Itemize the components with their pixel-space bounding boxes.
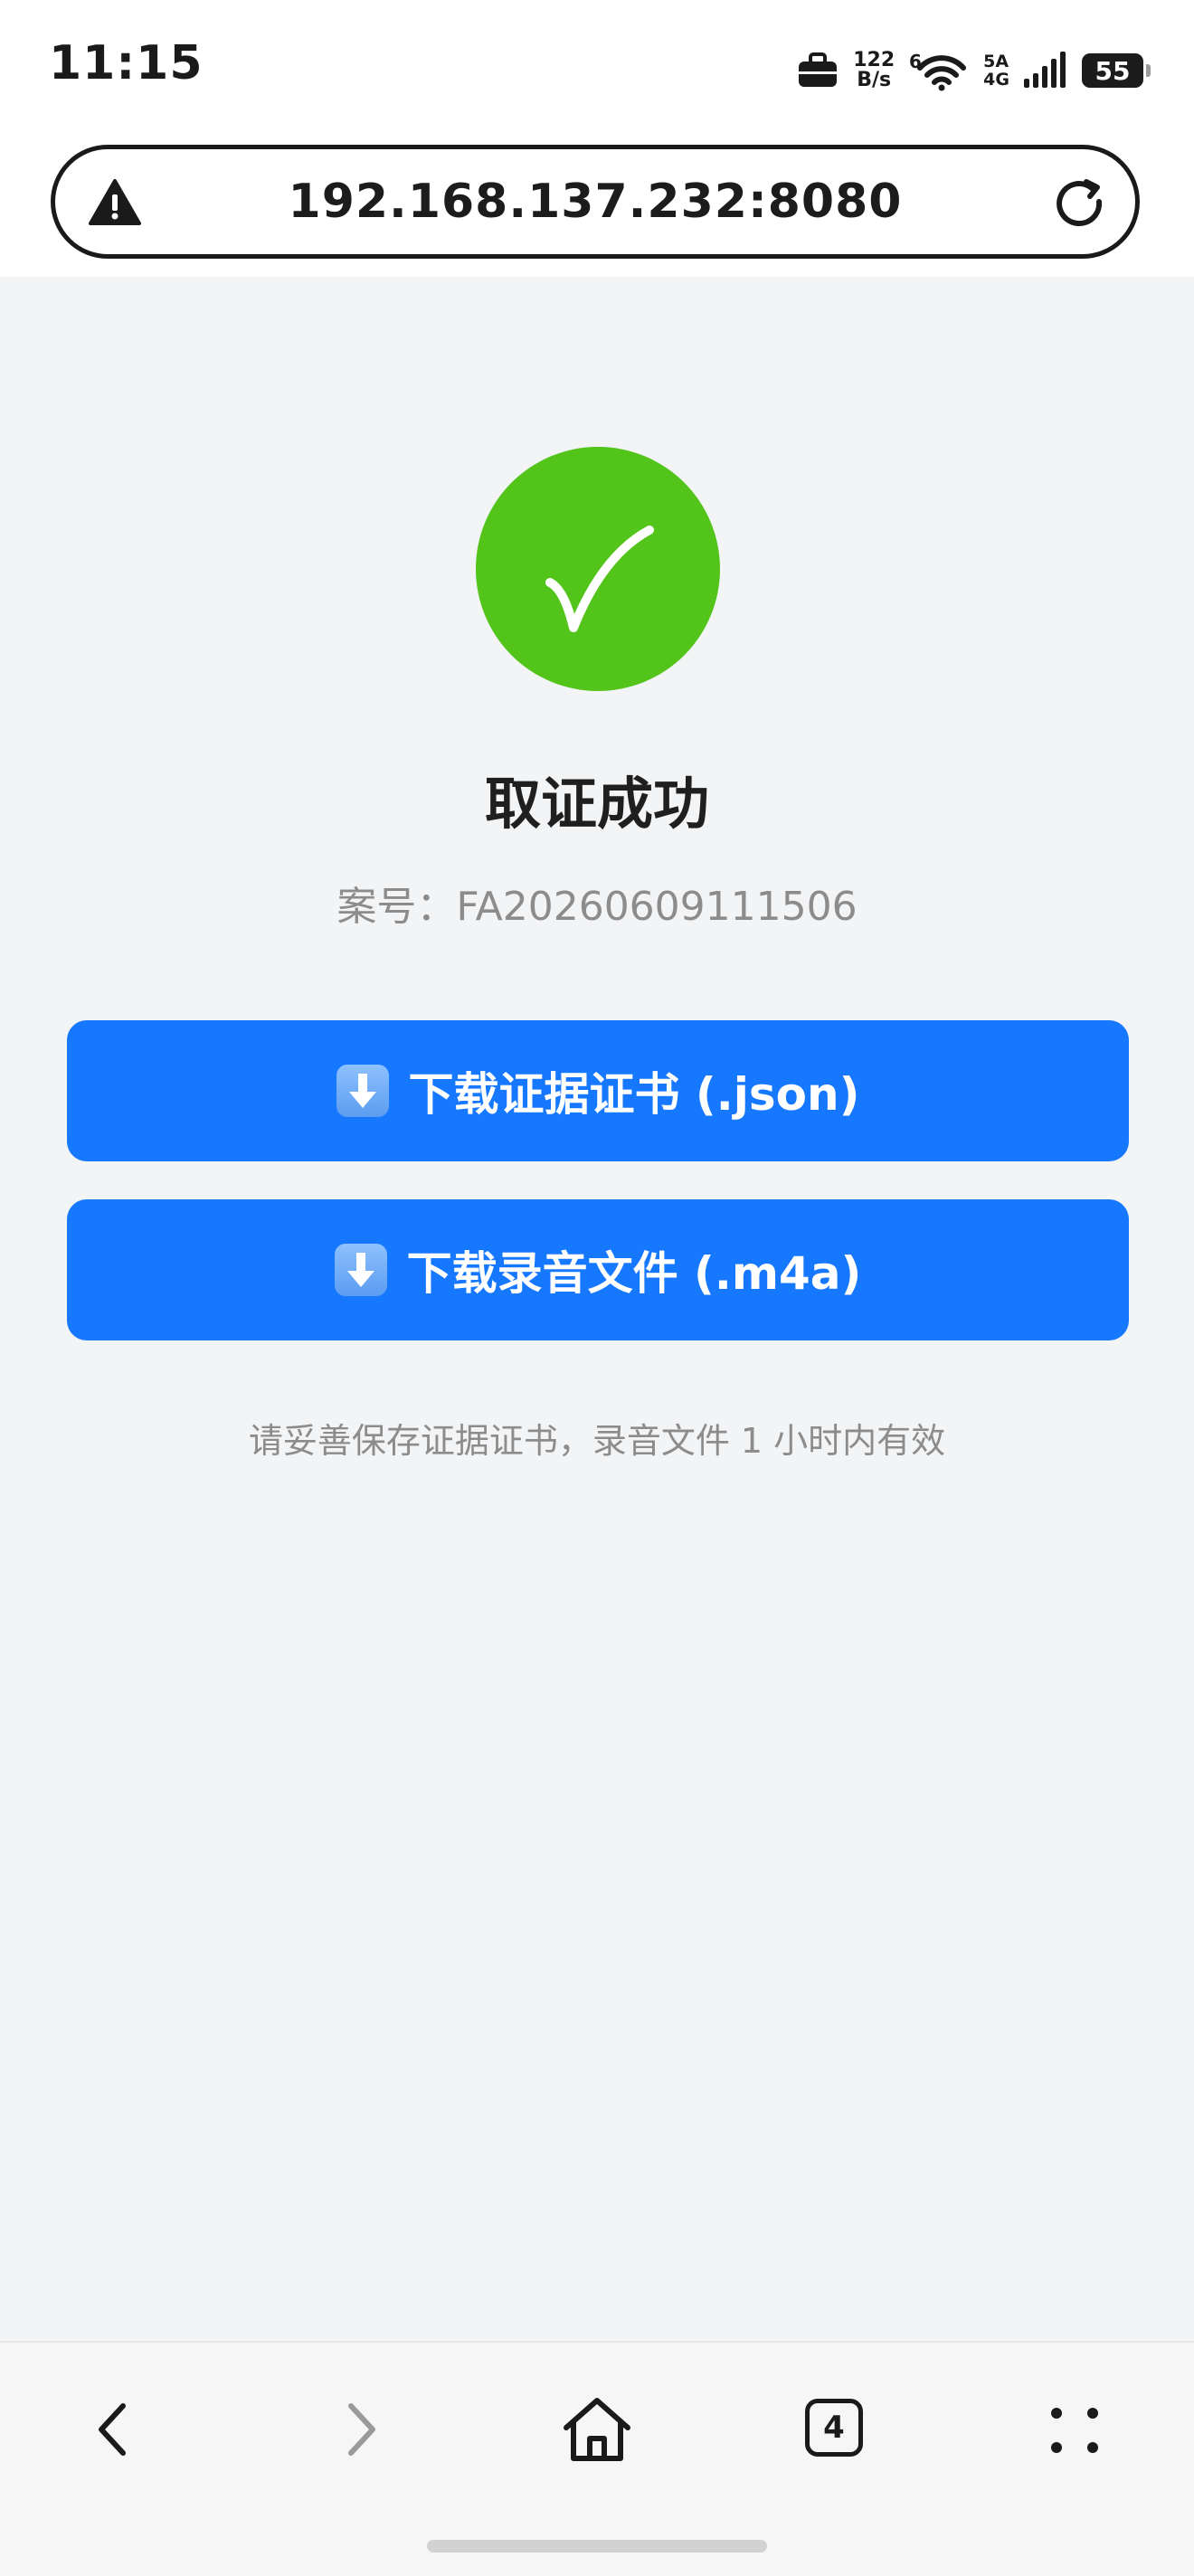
address-bar[interactable]: 192.168.137.232:8080: [51, 145, 1140, 259]
page-title: 取证成功: [484, 771, 709, 837]
status-bar: 11:15 122 B/s 6 5A 4G 55: [0, 0, 1194, 136]
tab-count: 4: [823, 2410, 845, 2446]
home-icon: [564, 2398, 630, 2461]
case-number: 案号：FA20260609111506: [0, 874, 1194, 932]
home-button[interactable]: [552, 2384, 642, 2475]
home-indicator[interactable]: [427, 2540, 767, 2552]
menu-button[interactable]: [1029, 2384, 1120, 2475]
signal-icon: [1024, 52, 1066, 88]
battery-icon: 55: [1082, 53, 1151, 88]
back-button[interactable]: [71, 2384, 161, 2475]
reload-icon[interactable]: [1052, 176, 1108, 232]
bottom-navigation: 4: [0, 2341, 1194, 2576]
network-type-bottom: 4G: [983, 70, 1009, 90]
tabs-button[interactable]: 4: [791, 2384, 881, 2475]
download-arrow-icon: [334, 1244, 387, 1296]
network-speed-value: 122: [853, 49, 896, 71]
battery-level: 55: [1094, 55, 1131, 86]
browser-toolbar: 192.168.137.232:8080: [0, 136, 1194, 277]
download-certificate-button[interactable]: 下载证据证书 (.json): [67, 1020, 1129, 1161]
download-recording-button[interactable]: 下载录音文件 (.m4a): [67, 1199, 1129, 1340]
status-time: 11:15: [49, 36, 204, 90]
forward-button[interactable]: [313, 2384, 403, 2475]
briefcase-icon: [799, 52, 838, 87]
success-badge: [476, 447, 720, 691]
network-type: 5A 4G: [983, 52, 1009, 89]
url-text[interactable]: 192.168.137.232:8080: [55, 175, 1135, 229]
tabs-icon: 4: [805, 2399, 863, 2457]
network-speed: 122 B/s: [853, 51, 895, 90]
forward-arrow-icon: [348, 2403, 375, 2456]
network-speed-unit: B/s: [857, 69, 892, 91]
menu-dots-icon: [1051, 2408, 1098, 2453]
page-content: 取证成功 案号：FA20260609111506 下载证据证书 (.json) …: [0, 277, 1194, 2341]
wifi-icon: 6: [909, 51, 967, 91]
download-recording-label: 下载录音文件 (.m4a): [406, 1247, 862, 1300]
download-certificate-label: 下载证据证书 (.json): [408, 1068, 860, 1121]
network-type-top: 5A: [983, 52, 1009, 71]
case-number-value: FA20260609111506: [456, 884, 858, 930]
checkmark-icon: [545, 526, 654, 632]
status-icons: 122 B/s 6 5A 4G 55: [797, 45, 1151, 96]
case-number-label: 案号：: [336, 884, 457, 930]
hint-text: 请妥善保存证据证书，录音文件 1 小时内有效: [248, 1421, 946, 1461]
back-arrow-icon: [99, 2403, 126, 2456]
download-arrow-icon: [336, 1065, 389, 1117]
